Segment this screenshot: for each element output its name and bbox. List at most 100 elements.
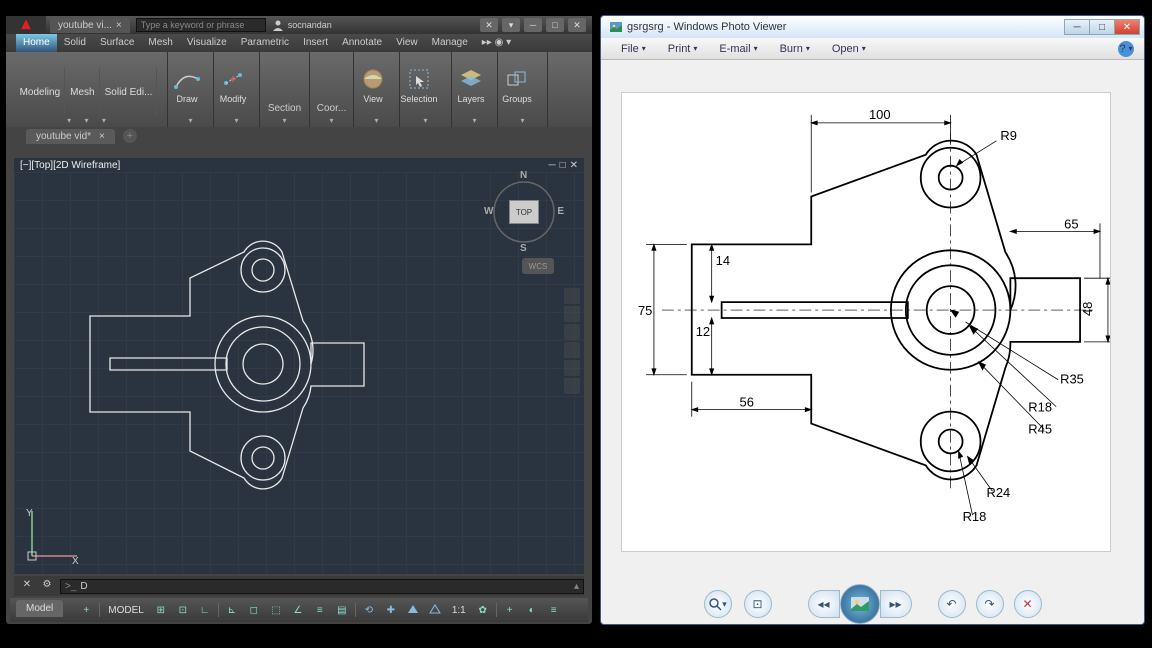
menu-view[interactable]: View: [389, 34, 425, 52]
coord-label[interactable]: Coor...: [310, 101, 353, 116]
nav-tool-6[interactable]: [564, 378, 580, 394]
minimize-button[interactable]: ─: [524, 18, 542, 32]
menu-surface[interactable]: Surface: [93, 34, 141, 52]
nav-tool-1[interactable]: [564, 288, 580, 304]
cycling-toggle[interactable]: ⟲: [360, 601, 378, 619]
menu-mesh[interactable]: Mesh: [141, 34, 179, 52]
settings-gear-icon[interactable]: ✿: [474, 601, 492, 619]
cmd-close-icon[interactable]: ✕: [20, 579, 34, 593]
quick-search[interactable]: Type a keyword or phrase: [136, 18, 266, 32]
drawing-viewport[interactable]: [−][Top][2D Wireframe] ─ □ ✕ TOP N E S W…: [14, 158, 584, 574]
close-icon[interactable]: ×: [116, 20, 122, 31]
selection-button[interactable]: Selection: [400, 54, 438, 116]
transparency-toggle[interactable]: ▤: [333, 601, 351, 619]
wcs-badge[interactable]: WCS: [522, 258, 554, 274]
isolate-icon[interactable]: +: [501, 601, 519, 619]
viewcube-w[interactable]: W: [484, 206, 493, 217]
user-badge[interactable]: socnandan: [266, 19, 338, 31]
close-button[interactable]: ✕: [1114, 19, 1140, 35]
layers-button[interactable]: Layers: [452, 54, 490, 116]
command-line[interactable]: ✕ ⚙ D▴: [14, 576, 584, 596]
menu-annotate[interactable]: Annotate: [335, 34, 389, 52]
pv-title: gsrgsrg - Windows Photo Viewer: [627, 21, 786, 33]
maximize-button[interactable]: □: [546, 18, 564, 32]
polar-toggle[interactable]: ⊾: [223, 601, 241, 619]
autocad-logo[interactable]: [6, 16, 46, 34]
modify-button[interactable]: Modify: [214, 54, 252, 116]
menu-manage[interactable]: Manage: [425, 34, 475, 52]
pv-canvas[interactable]: 100 75 56 R9 65 48 R35 R18 R45 R24 R18 1…: [603, 62, 1142, 584]
close-button[interactable]: ✕: [568, 18, 586, 32]
viewcube[interactable]: TOP N E S W: [484, 172, 564, 252]
viewcube-e[interactable]: E: [557, 206, 564, 217]
pv-menu-burn[interactable]: Burn: [770, 43, 820, 55]
menu-parametric[interactable]: Parametric: [234, 34, 296, 52]
menu-visualize[interactable]: Visualize: [180, 34, 234, 52]
zoom-button[interactable]: ▾: [704, 590, 732, 618]
pv-menu-print[interactable]: Print: [658, 43, 708, 55]
ortho-toggle[interactable]: ∟: [196, 601, 214, 619]
help-icon[interactable]: ▾: [502, 18, 520, 32]
zoom-level[interactable]: 1:1: [448, 605, 470, 616]
new-tab-button[interactable]: +: [123, 129, 137, 143]
snap-toggle[interactable]: ⊡: [174, 601, 192, 619]
command-input[interactable]: D▴: [60, 579, 584, 594]
rotate-ccw-button[interactable]: ↶: [938, 590, 966, 618]
ribbon-solid-edit-tab[interactable]: Solid Edi...: [101, 68, 158, 116]
doc-tab[interactable]: youtube vid*×: [26, 129, 115, 144]
maximize-button[interactable]: □: [1089, 19, 1115, 35]
annotation-visible[interactable]: [426, 601, 444, 619]
title-doc-tab[interactable]: youtube vi...×: [50, 18, 130, 33]
annotation-scale[interactable]: [404, 601, 422, 619]
ribbon-modeling-tab[interactable]: Modeling: [16, 68, 66, 116]
ribbon-mesh-tab[interactable]: Mesh: [66, 68, 99, 116]
next-button[interactable]: ▸▸: [880, 590, 912, 618]
grid-toggle[interactable]: ⊞: [152, 601, 170, 619]
hardware-accel-icon[interactable]: ◐: [523, 601, 541, 619]
close-tab-icon[interactable]: ×: [99, 131, 105, 142]
pv-menu-open[interactable]: Open: [822, 43, 876, 55]
technical-drawing-image: 100 75 56 R9 65 48 R35 R18 R45 R24 R18 1…: [621, 92, 1111, 552]
nav-tool-2[interactable]: [564, 306, 580, 322]
viewcube-n[interactable]: N: [520, 170, 527, 181]
menu-more[interactable]: ▸▸ ◉ ▾: [475, 34, 518, 52]
selection-icon: [406, 66, 432, 92]
menu-insert[interactable]: Insert: [296, 34, 335, 52]
view-button[interactable]: View: [354, 54, 392, 116]
otrack-toggle[interactable]: ∠: [289, 601, 307, 619]
draw-button[interactable]: Draw: [168, 54, 206, 116]
annomonitor[interactable]: ✚: [382, 601, 400, 619]
minimize-icon[interactable]: ─: [548, 160, 555, 171]
pv-menu-file[interactable]: File: [611, 43, 656, 55]
slideshow-button[interactable]: [840, 584, 880, 624]
3dosnap-toggle[interactable]: ⬚: [267, 601, 285, 619]
plus-icon[interactable]: +: [77, 601, 95, 619]
viewcube-s[interactable]: S: [520, 243, 527, 254]
rotate-cw-button[interactable]: ↷: [976, 590, 1004, 618]
maximize-icon[interactable]: □: [560, 160, 566, 171]
delete-button[interactable]: ✕: [1014, 590, 1042, 618]
customize-icon[interactable]: ≡: [545, 601, 563, 619]
actual-size-button[interactable]: ⊡: [744, 590, 772, 618]
pv-menu-email[interactable]: E-mail: [709, 43, 767, 55]
osnap-toggle[interactable]: ◻: [245, 601, 263, 619]
section-label[interactable]: Section: [260, 101, 309, 116]
settings-icon[interactable]: ✕: [480, 18, 498, 32]
nav-tool-3[interactable]: [564, 324, 580, 340]
ribbon-panel-view: View ▾: [354, 52, 400, 127]
pv-help-icon[interactable]: ?: [1118, 41, 1134, 57]
lineweight-toggle[interactable]: ≡: [311, 601, 329, 619]
close-icon[interactable]: ✕: [570, 160, 578, 171]
ucs-icon[interactable]: YX: [22, 506, 82, 566]
previous-button[interactable]: ◂◂: [808, 590, 840, 618]
cmd-customize-icon[interactable]: ⚙: [40, 579, 54, 593]
minimize-button[interactable]: ─: [1064, 19, 1090, 35]
viewport-label[interactable]: [−][Top][2D Wireframe]: [14, 158, 126, 173]
model-tab[interactable]: Model: [16, 600, 63, 617]
groups-button[interactable]: Groups: [498, 54, 536, 116]
nav-tool-5[interactable]: [564, 360, 580, 376]
nav-tool-4[interactable]: [564, 342, 580, 358]
menu-home[interactable]: Home: [16, 34, 57, 52]
modelspace-label[interactable]: MODEL: [104, 605, 148, 616]
menu-solid[interactable]: Solid: [57, 34, 93, 52]
